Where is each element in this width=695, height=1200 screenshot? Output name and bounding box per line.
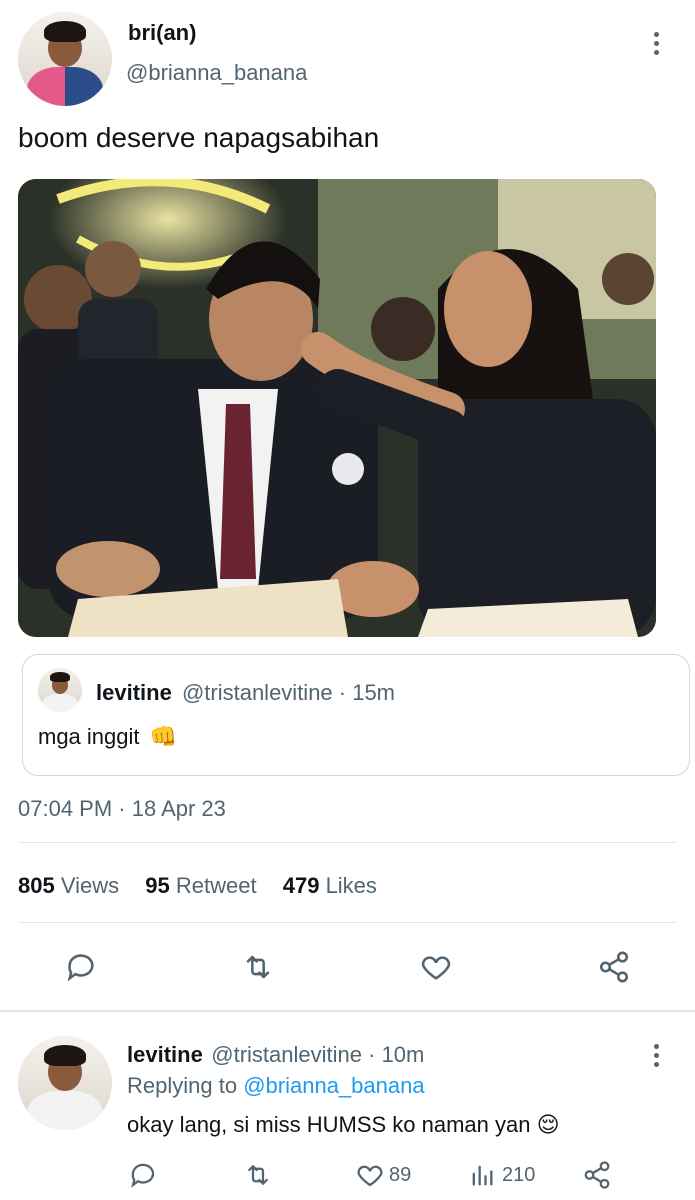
- section-divider: [0, 1010, 695, 1012]
- divider: [18, 922, 677, 923]
- relieved-emoji-icon: 😌: [536, 1112, 560, 1137]
- reply-more-icon[interactable]: [654, 1044, 660, 1071]
- reply-reply-icon[interactable]: [128, 1160, 158, 1195]
- retweets-count: 95: [145, 873, 170, 898]
- quote-handle-time[interactable]: @tristanlevitine · 15m: [182, 680, 395, 705]
- retweets-label: Retweet: [175, 873, 257, 898]
- reply-share-icon[interactable]: [582, 1160, 612, 1195]
- replying-to-link[interactable]: @brianna_banana: [243, 1073, 424, 1098]
- tweet-media-image[interactable]: [18, 179, 656, 637]
- tweet-text: boom deserve napagsabihan: [18, 122, 380, 153]
- reply-views-button[interactable]: 210: [468, 1160, 535, 1190]
- views-icon: [472, 1165, 493, 1186]
- tweet-stats: 805 Views 95 Retweet 479 Likes: [18, 873, 377, 899]
- reply-handle-time[interactable]: @tristanlevitine · 10m: [211, 1042, 424, 1067]
- reply-text: okay lang, si miss HUMSS ko naman yan: [127, 1112, 531, 1137]
- likes-stat[interactable]: 479 Likes: [283, 873, 377, 898]
- quote-header: levitine @tristanlevitine · 15m: [96, 680, 395, 706]
- author-avatar[interactable]: [18, 12, 112, 106]
- reply-text-row: okay lang, si miss HUMSS ko naman yan 😌: [127, 1112, 560, 1138]
- views-stat[interactable]: 805 Views: [18, 873, 125, 898]
- divider: [18, 842, 677, 843]
- quote-text: mga inggit: [38, 724, 140, 749]
- quote-avatar[interactable]: [38, 668, 82, 712]
- author-handle[interactable]: @brianna_banana: [126, 60, 307, 86]
- like-icon[interactable]: [418, 950, 454, 989]
- views-label: Views: [60, 873, 120, 898]
- reply-like-icon: [357, 1165, 383, 1187]
- quoted-tweet[interactable]: [22, 654, 690, 776]
- reply-like-count: 89: [389, 1163, 412, 1186]
- fist-emoji-icon: 👊: [149, 724, 178, 749]
- reply-display-name[interactable]: levitine: [127, 1042, 203, 1067]
- replying-to: Replying to @brianna_banana: [127, 1073, 425, 1099]
- quote-display-name[interactable]: levitine: [96, 680, 172, 705]
- reply-avatar[interactable]: [18, 1036, 112, 1130]
- replying-to-label: Replying to: [127, 1073, 238, 1098]
- quote-text-row: mga inggit 👊: [38, 724, 177, 750]
- reply-header: levitine @tristanlevitine · 10m: [127, 1042, 424, 1068]
- reply-like-button[interactable]: 89: [355, 1160, 411, 1190]
- reply-views-count: 210: [502, 1163, 536, 1186]
- author-display-name[interactable]: bri(an): [128, 20, 196, 46]
- likes-count: 479: [282, 873, 320, 898]
- tweet-timestamp[interactable]: 07:04 PM · 18 Apr 23: [18, 796, 226, 822]
- retweet-icon[interactable]: [240, 950, 276, 989]
- views-count: 805: [18, 873, 55, 898]
- likes-label: Likes: [325, 873, 377, 898]
- reply-icon[interactable]: [64, 950, 98, 989]
- share-icon[interactable]: [596, 950, 632, 989]
- retweets-stat[interactable]: 95 Retweet: [145, 873, 262, 898]
- reply-retweet-icon[interactable]: [242, 1160, 274, 1195]
- more-icon[interactable]: [654, 32, 660, 59]
